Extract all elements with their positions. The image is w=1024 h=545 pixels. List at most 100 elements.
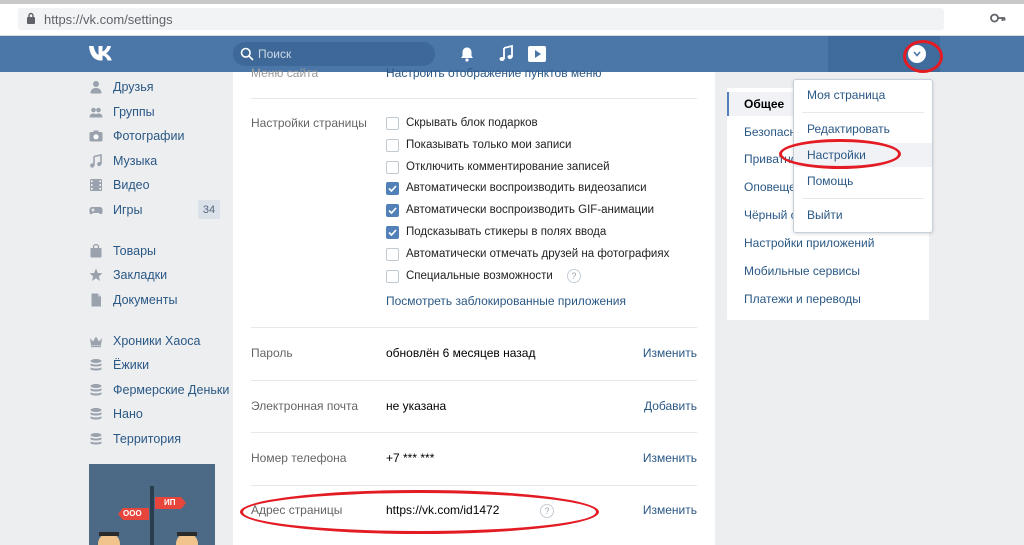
sidebar-item-documents[interactable]: Документы [88, 289, 220, 311]
sidebar-item-label: Видео [113, 178, 150, 192]
email-label: Электронная почта [251, 399, 359, 413]
sidebar-item-label: Закладки [113, 268, 168, 282]
checkbox-label: Автоматически воспроизводить видеозаписи [406, 182, 647, 194]
sidebar-item-app-territory[interactable]: Территория [88, 428, 220, 450]
sidebar-item-app-farm[interactable]: Фермерские Деньки [88, 379, 229, 401]
url-text[interactable]: https://vk.com/settings [44, 12, 173, 27]
search-icon [240, 47, 254, 61]
sidebar-item-label: Хроники Хаоса [113, 334, 201, 348]
profile-menu[interactable] [828, 36, 940, 72]
menu-item-settings[interactable]: Настройки [794, 143, 932, 167]
password-value: обновлён 6 месяцев назад [386, 346, 536, 360]
sidebar-item-photos[interactable]: Фотографии [88, 125, 220, 147]
checkbox-label: Отключить комментирование записей [406, 161, 610, 173]
stack-icon [90, 408, 102, 420]
checkbox-box[interactable] [386, 160, 399, 174]
checkbox-box[interactable] [386, 138, 399, 152]
games-count-badge: 34 [198, 200, 220, 219]
site-menu-link[interactable]: Настроить отображение пунктов меню [386, 66, 601, 80]
page-address-value: https://vk.com/id1472 [386, 503, 500, 517]
menu-item-my-page[interactable]: Моя страница [794, 83, 932, 107]
menu-divider [802, 112, 924, 113]
sidebar-item-games[interactable]: Игры 34 [88, 199, 220, 221]
checkbox-box[interactable] [386, 203, 399, 217]
browser-tab-strip [0, 0, 1024, 4]
checkbox-label: Подсказывать стикеры в полях ввода [406, 226, 607, 238]
sidebar-item-app-nano[interactable]: Нано [88, 403, 220, 425]
change-phone-link[interactable]: Изменить [643, 451, 697, 465]
sidebar-ad-banner[interactable]: ООО ИП [89, 464, 215, 545]
help-icon[interactable]: ? [540, 504, 554, 518]
menu-item-logout[interactable]: Выйти [794, 203, 932, 227]
sidebar-item-bookmarks[interactable]: Закладки [88, 264, 220, 286]
divider [251, 327, 697, 328]
lock-icon [27, 12, 35, 24]
page-settings-label: Настройки страницы [251, 116, 367, 130]
checkbox-box[interactable] [386, 181, 399, 195]
sidebar-item-friends[interactable]: Друзья [88, 76, 220, 98]
ad-label-llc: ООО [123, 509, 142, 518]
password-label: Пароль [251, 346, 293, 360]
search-input[interactable] [258, 45, 428, 63]
site-menu-label: Меню сайта [251, 66, 319, 80]
document-icon [91, 293, 101, 307]
tab-payments[interactable]: Платежи и переводы [727, 287, 929, 311]
stack-icon [90, 384, 102, 396]
sidebar-item-goods[interactable]: Товары [88, 240, 220, 262]
music-icon[interactable] [499, 45, 513, 62]
divider [251, 485, 697, 486]
sidebar-item-groups[interactable]: Группы [88, 101, 220, 123]
checkbox-disable-comments[interactable]: Отключить комментирование записей [386, 159, 610, 175]
bell-icon[interactable] [459, 46, 475, 62]
checkbox-label: Показывать только мои записи [406, 139, 572, 151]
checkbox-only-my-posts[interactable]: Показывать только мои записи [386, 137, 571, 153]
menu-item-edit[interactable]: Редактировать [794, 117, 932, 141]
email-value: не указана [386, 399, 447, 413]
blocked-apps-link[interactable]: Посмотреть заблокированные приложения [386, 294, 626, 308]
checkbox-label: Автоматически отмечать друзей на фотогра… [406, 248, 670, 260]
change-address-link[interactable]: Изменить [643, 503, 697, 517]
checkbox-autoplay-video[interactable]: Автоматически воспроизводить видеозаписи [386, 180, 647, 196]
sidebar-item-app-chaos[interactable]: Хроники Хаоса [88, 330, 220, 352]
checkbox-box[interactable] [386, 247, 399, 261]
checkbox-label: Специальные возможности [406, 270, 553, 282]
sidebar-item-label: Музыка [113, 154, 158, 168]
chevron-down-icon[interactable] [908, 45, 926, 63]
checkbox-autoplay-gif[interactable]: Автоматически воспроизводить GIF-анимаци… [386, 202, 654, 218]
music-note-icon [90, 154, 102, 168]
tab-mobile-services[interactable]: Мобильные сервисы [727, 259, 929, 283]
page-address-label: Адрес страницы [251, 503, 343, 517]
checkbox-suggest-stickers[interactable]: Подсказывать стикеры в полях ввода [386, 224, 606, 240]
stack-icon [90, 433, 102, 445]
sidebar-item-music[interactable]: Музыка [88, 150, 220, 172]
sidebar-item-label: Фотографии [113, 129, 185, 143]
checkbox-box[interactable] [386, 269, 399, 283]
phone-label: Номер телефона [251, 451, 347, 465]
sidebar-item-video[interactable]: Видео [88, 174, 220, 196]
sidebar-item-label: Группы [113, 105, 155, 119]
people-icon [89, 107, 103, 118]
checkbox-auto-tag-friends[interactable]: Автоматически отмечать друзей на фотогра… [386, 246, 669, 262]
sidebar-item-label: Товары [113, 244, 156, 258]
change-password-link[interactable]: Изменить [643, 346, 697, 360]
divider [251, 380, 697, 381]
key-icon[interactable] [990, 11, 1006, 25]
add-email-link[interactable]: Добавить [644, 399, 697, 413]
sidebar-item-app-hedgehogs[interactable]: Ёжики [88, 354, 220, 376]
checkbox-label: Скрывать блок подарков [406, 117, 538, 129]
checkbox-box[interactable] [386, 116, 399, 130]
menu-item-help[interactable]: Помощь [794, 169, 932, 193]
help-icon[interactable]: ? [566, 269, 581, 283]
divider [251, 98, 697, 99]
tab-app-settings[interactable]: Настройки приложений [727, 231, 929, 255]
gamepad-icon [89, 207, 103, 215]
vk-logo-icon[interactable] [88, 44, 118, 62]
profile-dropdown-menu: Моя страница Редактировать Настройки Пом… [793, 79, 933, 233]
sidebar-item-label: Игры [113, 203, 143, 217]
checkbox-accessibility[interactable]: Специальные возможности ? [386, 268, 581, 284]
checkbox-hide-gifts[interactable]: Скрывать блок подарков [386, 115, 538, 131]
play-icon[interactable] [527, 45, 547, 63]
checkbox-box[interactable] [386, 225, 399, 239]
stack-icon [90, 359, 102, 371]
bag-icon [90, 244, 102, 258]
